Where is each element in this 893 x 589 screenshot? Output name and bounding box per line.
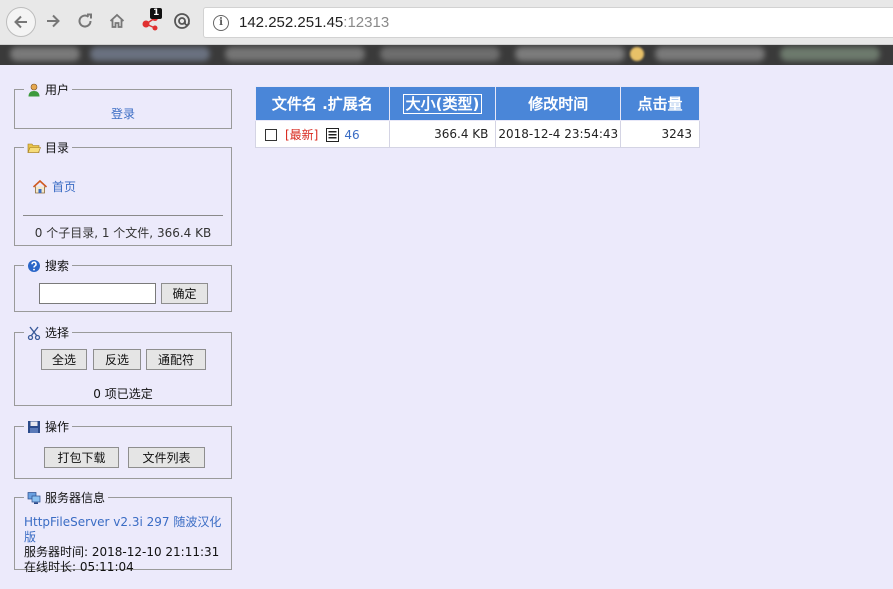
address-bar[interactable]: i 142.252.251.45:12313: [203, 7, 893, 38]
user-icon: [28, 83, 40, 96]
selection-panel: 选择 全选 反选 通配符 0 项已选定: [14, 324, 232, 406]
home-link[interactable]: 首页: [52, 178, 76, 195]
server-legend: 服务器信息: [24, 489, 109, 506]
table-header-row: 文件名 .扩展名 大小(类型) 修改时间 点击量: [255, 86, 700, 121]
server-info-lines: HttpFileServer v2.3i 297 随波汉化版 服务器时间: 20…: [24, 515, 231, 575]
reload-icon: [78, 13, 92, 28]
file-modified-cell: 2018-12-4 23:54:43: [495, 120, 622, 148]
directory-legend: 目录: [24, 139, 73, 156]
save-disk-icon: [28, 420, 40, 433]
server-legend-label: 服务器信息: [45, 491, 106, 505]
file-link[interactable]: 46: [344, 128, 359, 142]
server-info-panel: 服务器信息 HttpFileServer v2.3i 297 随波汉化版 服务器…: [14, 489, 232, 574]
directory-stats: 0 个子目录, 1 个文件, 366.4 KB: [34, 226, 212, 240]
selection-legend-label: 选择: [45, 326, 70, 340]
file-icon: [326, 128, 340, 142]
file-hits-cell: 3243: [620, 120, 700, 148]
search-legend: 搜索: [24, 257, 73, 274]
server-time: 服务器时间: 2018-12-10 21:11:31: [24, 545, 220, 559]
header-size-label[interactable]: 大小(类型): [402, 94, 483, 114]
info-icon[interactable]: i: [213, 14, 229, 31]
header-size[interactable]: 大小(类型): [388, 86, 497, 121]
zip-download-button[interactable]: 打包下载: [44, 447, 119, 468]
wildcard-button[interactable]: 通配符: [146, 349, 206, 370]
select-all-button[interactable]: 全选: [41, 349, 87, 370]
bookmark-blurred[interactable]: [10, 47, 80, 61]
operations-legend-label: 操作: [45, 420, 70, 434]
home-icon: [109, 13, 125, 28]
bookmark-blurred[interactable]: [780, 47, 880, 61]
directory-panel: 目录 首页 0 个子目录, 1 个文件, 366.4 KB: [14, 139, 232, 246]
file-checkbox[interactable]: [265, 129, 277, 141]
server-computer-icon: [27, 491, 41, 504]
bookmark-blurred[interactable]: [655, 47, 765, 61]
bookmark-blurred[interactable]: [225, 47, 365, 61]
scissors-icon: [27, 326, 41, 340]
selected-count: 0 项已选定: [93, 387, 153, 401]
bookmark-blurred[interactable]: [90, 47, 210, 61]
file-name-cell: [最新] 46: [255, 120, 390, 148]
search-ok-button[interactable]: 确定: [161, 283, 208, 304]
operations-legend: 操作: [24, 418, 73, 435]
login-link[interactable]: 登录: [111, 107, 135, 121]
home-icon: [32, 179, 48, 193]
directory-divider: [23, 215, 223, 216]
selection-legend: 选择: [24, 324, 73, 341]
operations-panel: 操作 打包下载 文件列表: [14, 418, 232, 479]
server-uptime: 在线时长: 05:11:04: [24, 560, 134, 574]
server-software-link[interactable]: HttpFileServer v2.3i 297 随波汉化版: [24, 515, 221, 544]
bookmark-blurred[interactable]: [630, 47, 644, 61]
arrow-right-icon: [47, 14, 60, 28]
bookmarks-bar: [0, 45, 893, 65]
search-input[interactable]: [39, 283, 156, 304]
search-panel: 搜索 确定: [14, 257, 232, 312]
search-legend-label: 搜索: [45, 259, 70, 273]
invert-selection-button[interactable]: 反选: [93, 349, 141, 370]
header-modified[interactable]: 修改时间: [495, 86, 622, 121]
url-host: 142.252.251.45: [239, 14, 344, 31]
directory-legend-label: 目录: [45, 141, 70, 155]
user-panel: 用户 登录: [14, 81, 232, 129]
user-legend-label: 用户: [45, 83, 70, 97]
browser-toolbar: 1 i 142.252.251.45:12313: [0, 0, 893, 45]
file-list-button[interactable]: 文件列表: [128, 447, 205, 468]
arrow-left-icon: [14, 15, 27, 29]
bookmark-blurred[interactable]: [380, 47, 500, 61]
page-top: [0, 65, 893, 71]
user-legend: 用户: [24, 81, 73, 98]
bookmark-blurred[interactable]: [515, 47, 625, 61]
home-link-row[interactable]: 首页: [32, 178, 76, 195]
file-size-cell: 366.4 KB: [388, 120, 497, 148]
header-hits[interactable]: 点击量: [620, 86, 700, 121]
reload-button[interactable]: [72, 8, 98, 34]
home-button[interactable]: [104, 8, 130, 34]
table-row: [最新] 46 366.4 KB 2018-12-4 23:54:43 3243: [255, 120, 700, 148]
help-icon: [28, 259, 40, 272]
header-name[interactable]: 文件名 .扩展名: [255, 86, 390, 121]
extension-at-icon[interactable]: [172, 11, 192, 31]
new-tag: [最新]: [285, 127, 319, 142]
file-table: 文件名 .扩展名 大小(类型) 修改时间 点击量 [最新] 46 366.4 KB…: [255, 86, 700, 148]
url-port: :12313: [343, 14, 390, 31]
extension-badge: 1: [150, 8, 163, 19]
forward-button[interactable]: [40, 8, 66, 34]
back-button[interactable]: [6, 7, 36, 37]
folder-open-icon: [27, 143, 41, 153]
